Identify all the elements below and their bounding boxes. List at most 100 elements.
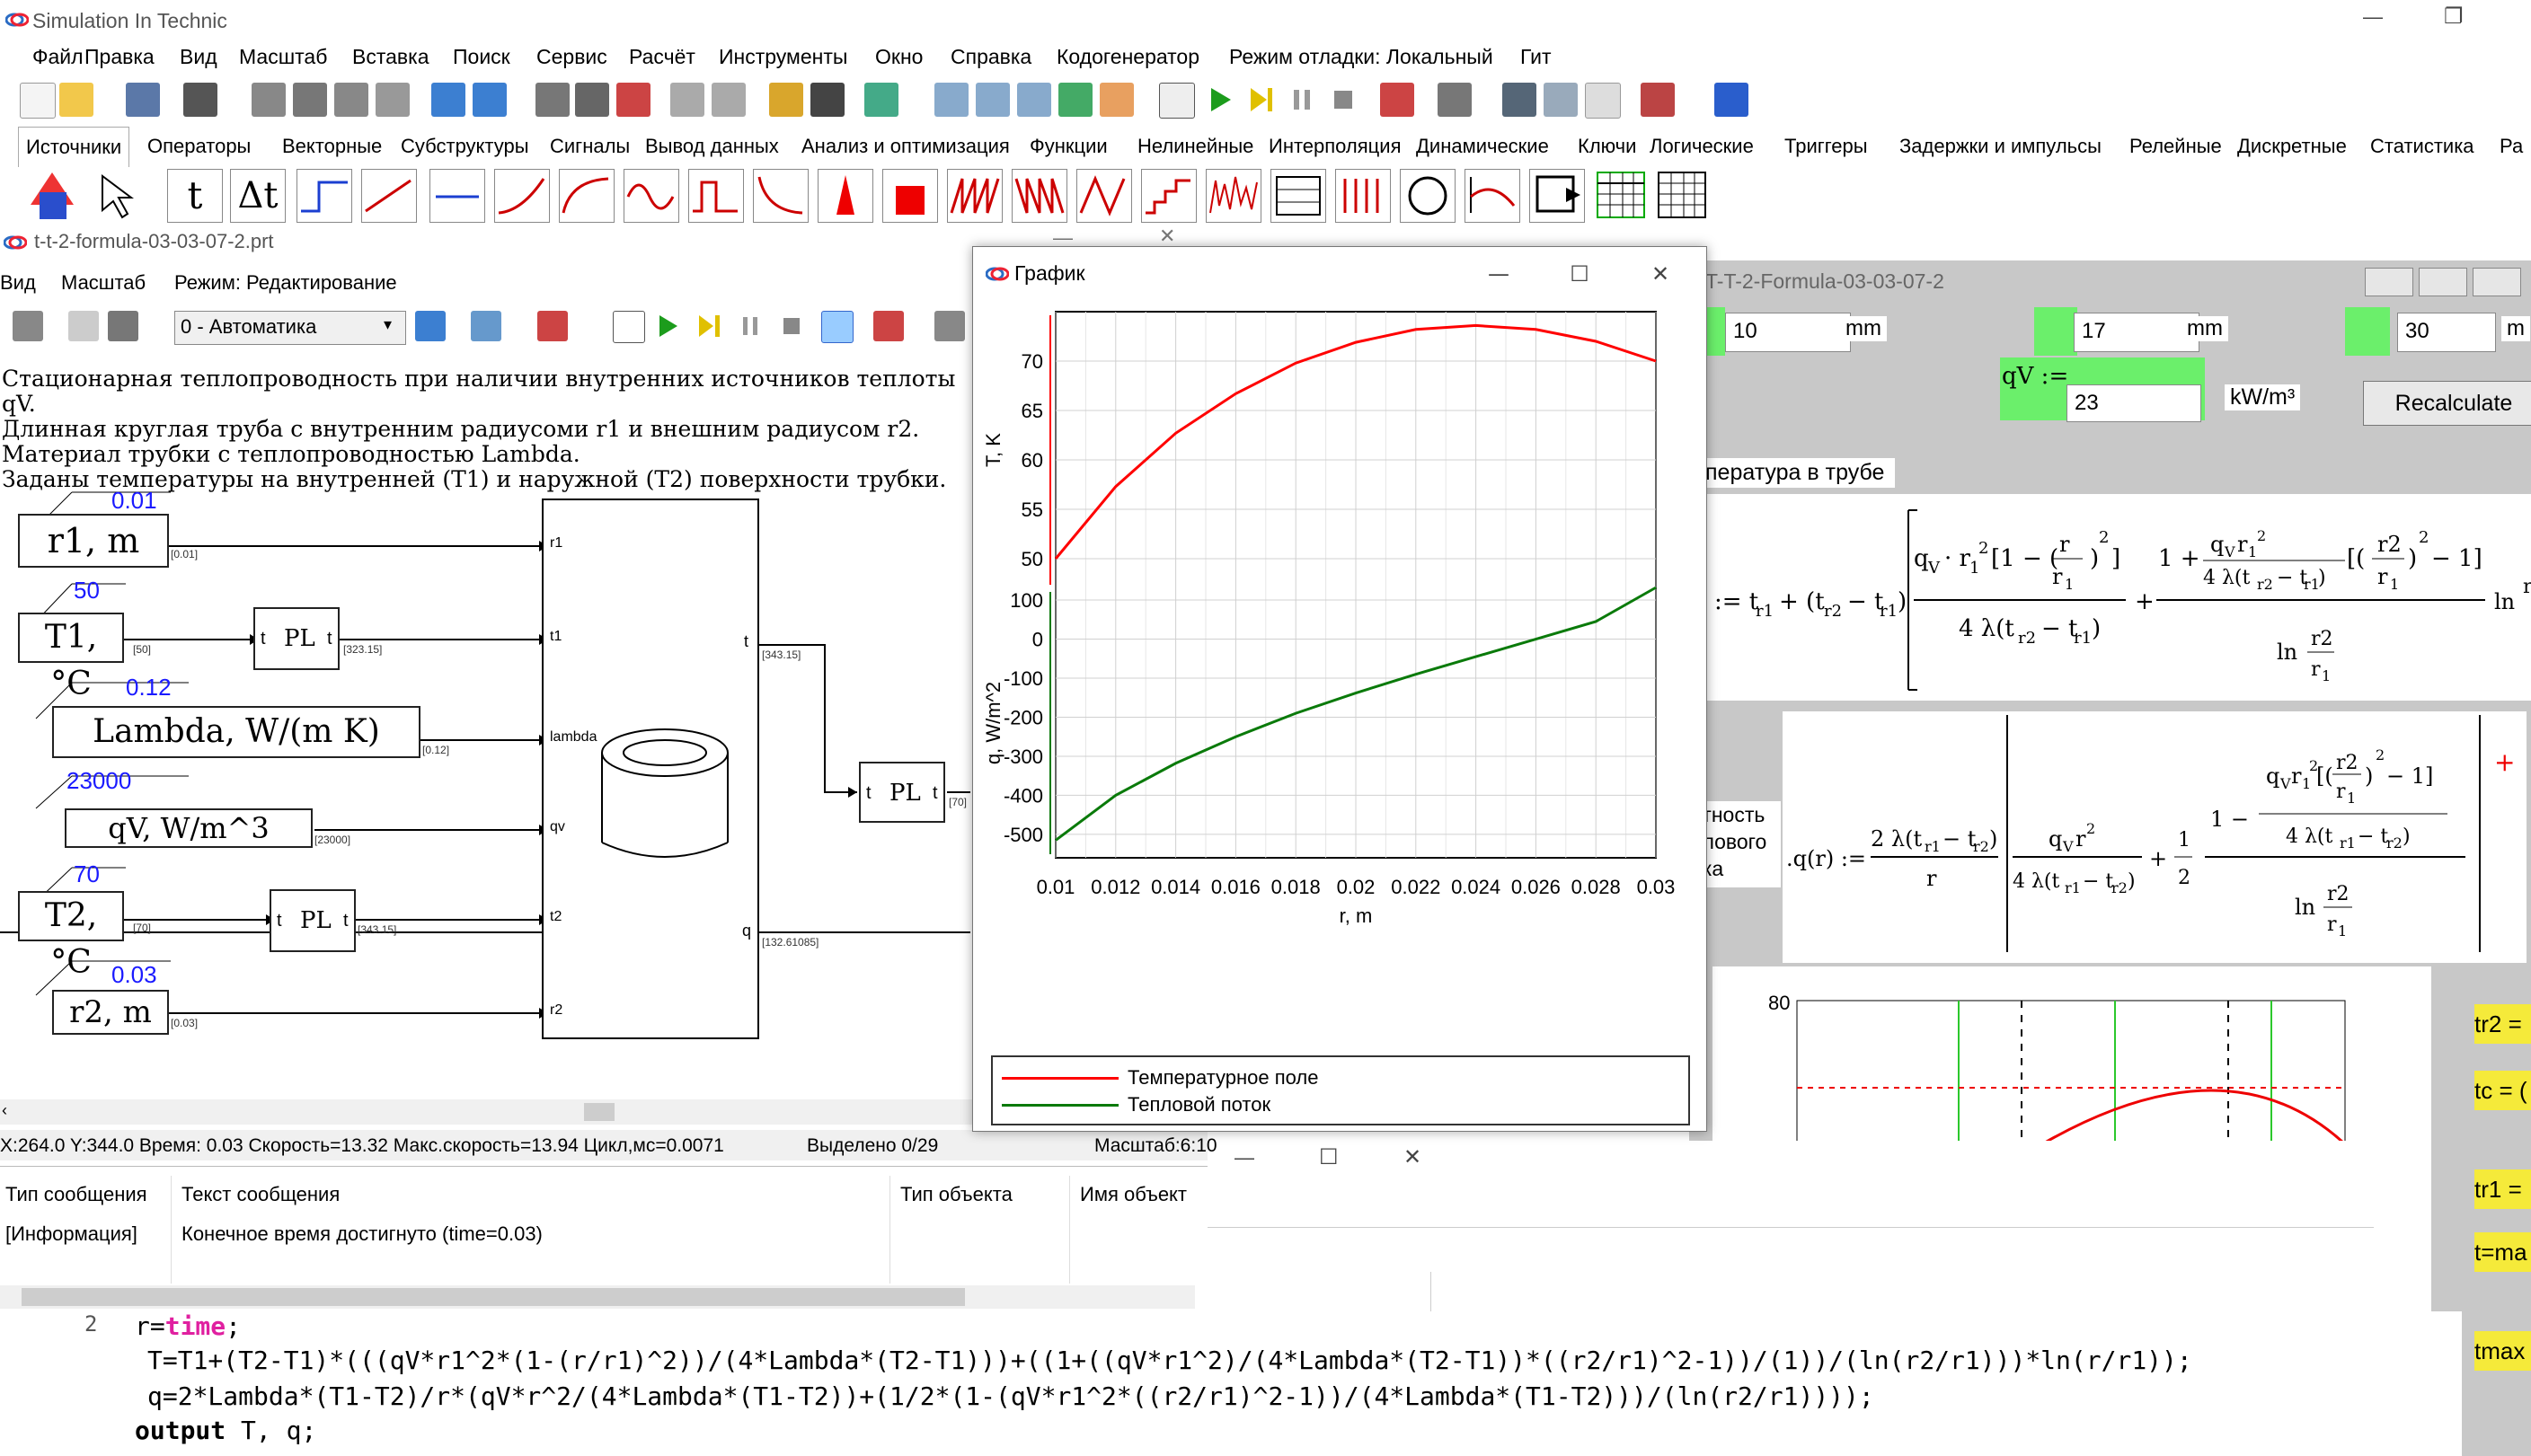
messages-scroll-thumb[interactable] [22,1288,965,1306]
menu-edit[interactable]: Правка [84,45,155,69]
open-file-icon[interactable] [59,83,93,117]
palette-ramp-block[interactable] [361,169,417,223]
palette-log-block[interactable] [559,169,615,223]
palette-cycle-block[interactable] [1400,169,1456,223]
pl-block-2[interactable]: t PL t [270,889,356,952]
tab-vector[interactable]: Векторные [275,127,389,166]
col-object-type[interactable]: Тип объекта [900,1183,1013,1206]
palette-exp-block[interactable] [494,169,550,223]
scheme-hscroll-thumb[interactable] [584,1103,615,1121]
panel-maximize-glyph[interactable]: ☐ [1319,1144,1339,1170]
copy-icon[interactable] [293,83,327,117]
chart-icon[interactable] [1380,83,1414,117]
tab-statistics[interactable]: Статистика [2363,127,2482,166]
tab-substructures[interactable]: Субструктуры [394,127,536,166]
graph-close-button[interactable]: ✕ [1629,254,1692,294]
col-object-name[interactable]: Имя объект [1080,1183,1187,1206]
pl-block-3[interactable]: t PL t [859,762,945,823]
tab-operators[interactable]: Операторы [140,127,258,166]
menu-insert[interactable]: Вставка [352,45,429,69]
brush-icon[interactable] [769,83,803,117]
zoom-fit-icon[interactable] [1017,83,1051,117]
delete-icon[interactable] [376,83,410,117]
palette-const-block[interactable] [429,169,485,223]
palette-decay-block[interactable] [753,169,809,223]
redo-icon[interactable] [473,83,507,117]
menu-view[interactable]: Вид [180,45,217,69]
qv-input[interactable]: 23 [2066,384,2201,422]
const-r1-block[interactable]: r1, m [18,514,169,568]
tab-discrete[interactable]: Дискретные [2230,127,2354,166]
palette-sine-block[interactable] [624,169,679,223]
tab-interpolation[interactable]: Интерполяция [1261,127,1408,166]
pl-block-1[interactable]: t PL t [253,607,340,670]
menu-debug-mode[interactable]: Режим отладки: Локальный [1229,45,1493,69]
palette-square-block[interactable] [882,169,938,223]
list-icon[interactable] [575,83,609,117]
pin2-icon[interactable] [712,83,746,117]
help-icon[interactable] [1714,83,1748,117]
menu-codegen[interactable]: Кодогенератор [1057,45,1199,69]
tab-keys[interactable]: Ключи [1571,127,1643,166]
const-r2-block[interactable]: r2, m [52,990,169,1035]
const-t2-block[interactable]: T2, °C [18,891,124,981]
stop-icon[interactable] [1326,83,1360,117]
undo-icon[interactable] [431,83,465,117]
tab-functions[interactable]: Функции [1022,127,1115,166]
binoculars-icon[interactable] [810,83,845,117]
menu-tools[interactable]: Инструменты [719,45,847,69]
palette-file-block[interactable] [1529,169,1585,223]
scroll-left-icon[interactable]: ‹ [2,1101,7,1120]
monitor-icon[interactable] [1502,83,1536,117]
settings-icon[interactable] [1438,83,1472,117]
new-file-icon[interactable] [20,83,56,119]
paste-icon[interactable] [334,83,368,117]
palette-graph-block[interactable] [1465,169,1520,223]
menu-file[interactable]: Файл [32,45,84,69]
palette-pulse-block[interactable] [688,169,744,223]
palette-noise-block[interactable] [1206,169,1261,223]
tab-more[interactable]: Ра [2492,127,2530,166]
palette-saw2-block[interactable] [1012,169,1067,223]
windows-icon[interactable] [864,83,898,117]
page-icon[interactable] [1585,83,1621,119]
code-editor[interactable]: 2 r=time; T=T1+(T2-T1)*(((qV*r1^2*(1-(r/… [0,1311,2462,1456]
book-icon[interactable] [1641,83,1675,117]
zoom-out-icon[interactable] [976,83,1010,117]
input-r2[interactable]: 30 [2397,313,2496,352]
hand-icon[interactable] [1100,83,1134,117]
const-t1-block[interactable]: T1, °C [18,613,124,702]
formula-min-button[interactable] [2365,268,2413,296]
menu-git[interactable]: Гит [1520,45,1552,69]
palette-shapes-icon[interactable] [27,169,81,221]
palette-grid2-block[interactable] [1655,169,1709,221]
tab-triggers[interactable]: Триггеры [1777,127,1875,166]
input-r1[interactable]: 10 [1725,313,1851,352]
message-row[interactable]: [Информация] Конечное время достигнуто (… [0,1221,1195,1253]
zoom-in-icon[interactable] [934,83,969,117]
formula-close-button[interactable] [2473,268,2521,296]
tab-sources[interactable]: Источники [18,127,130,167]
blocks-icon[interactable] [616,83,650,117]
palette-pointer-icon[interactable] [90,169,144,221]
menu-window[interactable]: Окно [875,45,923,69]
col-message-type[interactable]: Тип сообщения [5,1183,147,1206]
menu-scale[interactable]: Масштаб [239,45,327,69]
step-icon[interactable] [1243,83,1278,117]
cut-icon[interactable] [252,83,286,117]
graph-plot[interactable]: 50 55 60 65 70 T, K 100 0 -100 -200 -300 -400 -500 q,… [973,301,1706,1109]
layout-icon[interactable] [1544,83,1578,117]
const-qv-block[interactable]: qV, W/m^3 [65,808,313,848]
tab-output[interactable]: Вывод данных [638,127,786,166]
pin-icon[interactable] [670,83,704,117]
play-icon[interactable] [1202,83,1236,117]
menu-help[interactable]: Справка [951,45,1031,69]
graph-minimize-button[interactable]: — [1467,254,1530,294]
tab-logic[interactable]: Логические [1642,127,1761,166]
palette-triangle-block[interactable] [1076,169,1132,223]
panel-close-glyph[interactable]: ✕ [1403,1144,1421,1170]
palette-saw-block[interactable] [947,169,1003,223]
palette-time-block[interactable]: t [167,169,223,223]
menu-calc[interactable]: Расчёт [629,45,695,69]
pause-icon[interactable] [1285,83,1319,117]
